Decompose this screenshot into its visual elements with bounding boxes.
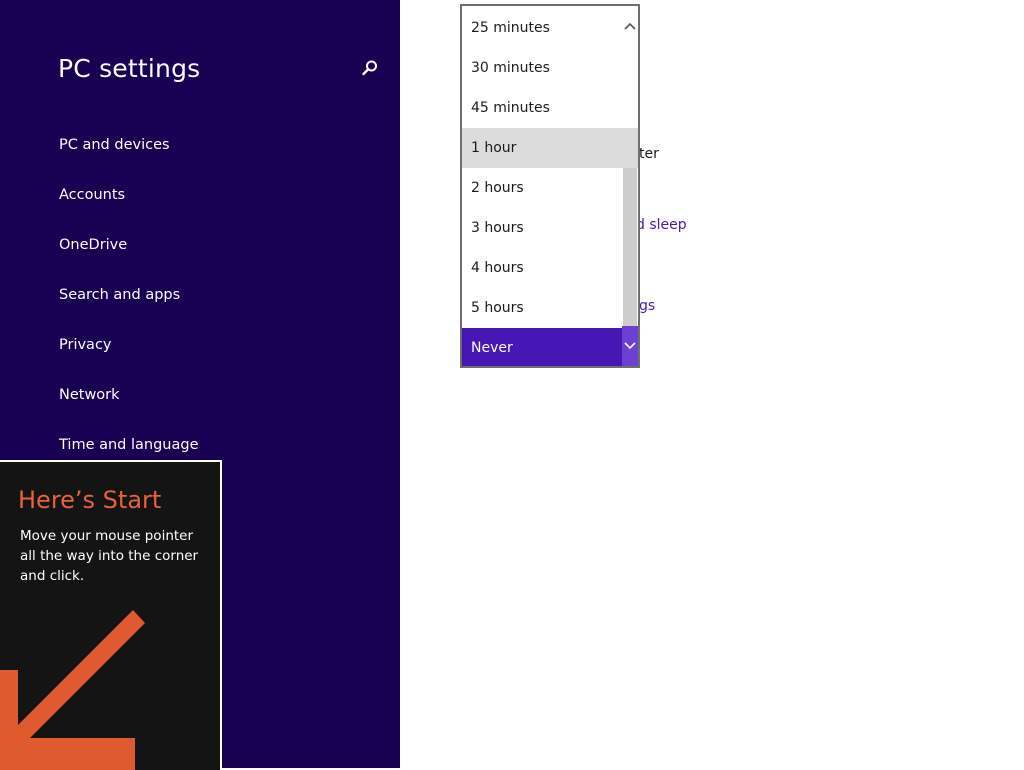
start-tip-panel: Here’s Start Move your mouse pointer all…: [0, 460, 222, 770]
option-3-hours[interactable]: 3 hours: [462, 208, 622, 248]
option-2-hours[interactable]: 2 hours: [462, 168, 622, 208]
option-never[interactable]: Never: [462, 328, 622, 366]
scrollbar-thumb[interactable]: [623, 168, 637, 330]
arrow-down-left-icon: [0, 610, 145, 770]
option-4-hours[interactable]: 4 hours: [462, 248, 622, 288]
settings-link-fragment[interactable]: gs: [639, 297, 655, 315]
timeout-dropdown-list[interactable]: 25 minutes 30 minutes 45 minutes 1 hour …: [460, 4, 640, 368]
option-45-minutes[interactable]: 45 minutes: [462, 88, 622, 128]
chevron-up-icon[interactable]: [622, 6, 638, 46]
start-tip-title: Here’s Start: [18, 486, 162, 514]
option-5-hours[interactable]: 5 hours: [462, 288, 622, 328]
option-1-hour[interactable]: 1 hour: [462, 128, 638, 168]
option-30-minutes[interactable]: 30 minutes: [462, 48, 622, 88]
search-icon[interactable]: [360, 58, 380, 78]
setting-label-fragment: ter: [639, 146, 659, 162]
setting-link-fragment[interactable]: d sleep: [636, 216, 687, 234]
sidebar-item-pc-and-devices[interactable]: PC and devices: [59, 132, 199, 182]
sidebar-item-search-and-apps[interactable]: Search and apps: [59, 282, 199, 332]
option-25-minutes[interactable]: 25 minutes: [462, 8, 622, 48]
sidebar-nav: PC and devices Accounts OneDrive Search …: [59, 132, 199, 482]
sidebar-item-accounts[interactable]: Accounts: [59, 182, 199, 232]
sidebar-item-onedrive[interactable]: OneDrive: [59, 232, 199, 282]
page-title: PC settings: [58, 54, 201, 83]
chevron-down-icon[interactable]: [622, 326, 638, 366]
sidebar-item-network[interactable]: Network: [59, 382, 199, 432]
start-tip-body: Move your mouse pointer all the way into…: [20, 528, 199, 584]
sidebar-item-privacy[interactable]: Privacy: [59, 332, 199, 382]
